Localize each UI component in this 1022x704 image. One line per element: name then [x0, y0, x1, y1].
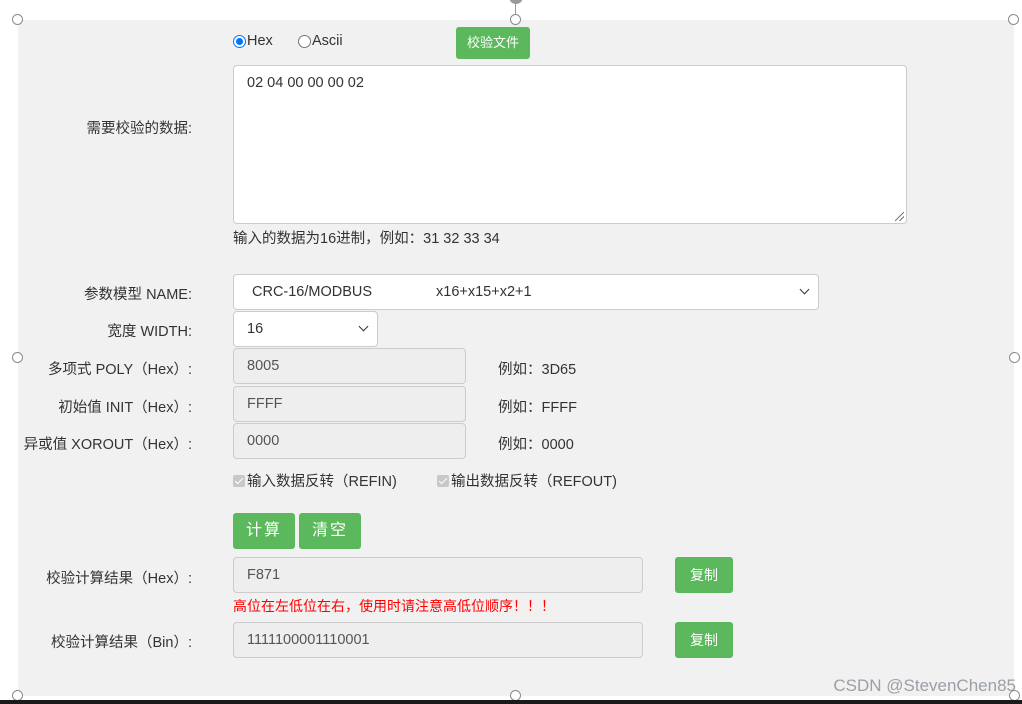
result-bin-value: 1111100001110001	[247, 632, 370, 648]
copy-hex-button[interactable]: 复制	[675, 557, 733, 593]
hex-radio-label: Hex	[247, 33, 273, 49]
checkbox-checked-icon	[233, 474, 245, 487]
width-value: 16	[247, 321, 264, 337]
width-label: 宽度 WIDTH:	[107, 324, 192, 340]
xorout-example: 例如：0000	[498, 437, 574, 453]
hex-radio[interactable]: Hex	[233, 33, 273, 49]
ascii-radio-label: Ascii	[312, 33, 343, 49]
poly-example: 例如：3D65	[498, 362, 577, 378]
watermark: CSDN @StevenChen85	[833, 676, 1016, 695]
width-select[interactable]: 16	[233, 311, 378, 347]
data-input-hint: 输入的数据为16进制，例如：31 32 33 34	[233, 231, 500, 247]
refout-label: 输出数据反转（REFOUT)	[451, 474, 617, 490]
bottom-edge	[0, 700, 1022, 704]
chevron-down-icon	[799, 284, 810, 295]
refin-checkbox[interactable]: 输入数据反转（REFIN)	[233, 470, 397, 491]
resize-grip-icon[interactable]	[895, 212, 904, 221]
calculate-button[interactable]: 计算	[233, 513, 295, 549]
result-hex-field[interactable]: F871	[233, 557, 643, 593]
data-input-label: 需要校验的数据:	[86, 121, 192, 137]
result-hex-value: F871	[247, 567, 281, 583]
init-value: FFFF	[247, 396, 283, 412]
poly-label: 多项式 POLY（Hex）:	[48, 362, 192, 378]
refin-label: 输入数据反转（REFIN)	[247, 474, 397, 490]
xorout-label: 异或值 XOROUT（Hex）:	[23, 437, 192, 453]
poly-input[interactable]: 8005	[233, 348, 466, 384]
byte-order-warning: 高位在左低位在右，使用时请注意高低位顺序！！！	[233, 598, 555, 614]
refout-checkbox[interactable]: 输出数据反转（REFOUT)	[437, 470, 617, 491]
model-name-text: CRC-16/MODBUS	[252, 284, 373, 300]
radio-checked-icon	[233, 34, 246, 48]
resize-handle-top-right[interactable]	[1008, 14, 1019, 25]
result-bin-label: 校验计算结果（Bin）:	[51, 635, 192, 651]
xorout-value: 0000	[247, 433, 280, 449]
init-input[interactable]: FFFF	[233, 386, 466, 422]
ascii-radio[interactable]: Ascii	[298, 33, 343, 49]
radio-unchecked-icon	[298, 34, 311, 48]
copy-bin-button[interactable]: 复制	[675, 622, 733, 658]
resize-handle-middle-left[interactable]	[12, 352, 23, 363]
result-hex-label: 校验计算结果（Hex）:	[46, 571, 192, 587]
rotate-handle[interactable]	[509, 0, 523, 4]
resize-handle-middle-right[interactable]	[1009, 352, 1020, 363]
resize-handle-top-left[interactable]	[12, 14, 23, 25]
poly-value: 8005	[247, 358, 280, 374]
clear-button[interactable]: 清空	[299, 513, 361, 549]
chevron-down-icon	[358, 321, 369, 332]
init-example: 例如：FFFF	[498, 400, 577, 416]
model-label: 参数模型 NAME:	[84, 287, 192, 303]
xorout-input[interactable]: 0000	[233, 423, 466, 459]
model-poly-text: x16+x15+x2+1	[436, 284, 532, 300]
checkbox-checked-icon	[437, 474, 449, 487]
init-label: 初始值 INIT（Hex）:	[58, 400, 192, 416]
data-input-textarea[interactable]: 02 04 00 00 00 02	[233, 65, 907, 224]
resize-handle-top-center[interactable]	[510, 14, 521, 25]
data-input-value: 02 04 00 00 00 02	[247, 75, 364, 91]
verify-file-button[interactable]: 校验文件	[456, 27, 530, 59]
model-select[interactable]: CRC-16/MODBUS x16+x15+x2+1	[233, 274, 819, 310]
result-bin-field[interactable]: 1111100001110001	[233, 622, 643, 658]
